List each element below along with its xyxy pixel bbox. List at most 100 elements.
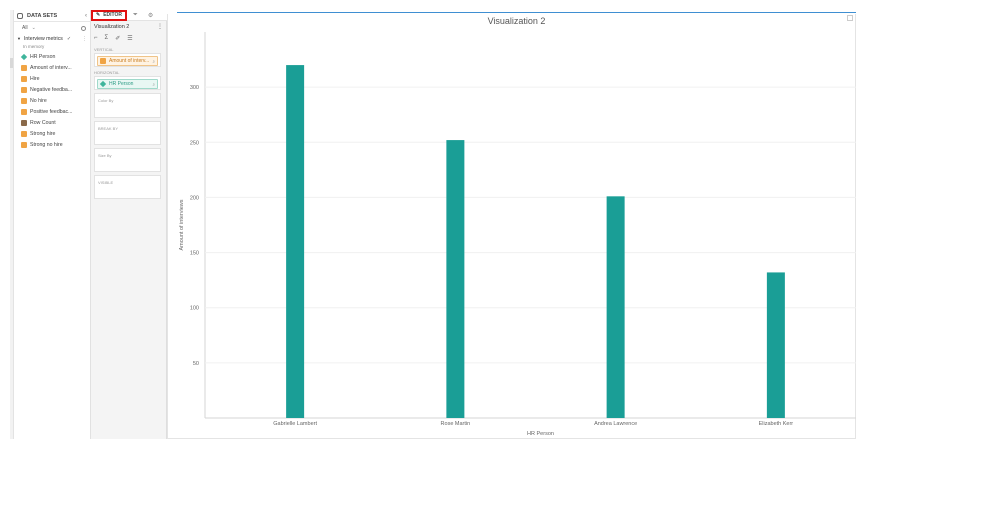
x-tick-label: Andrea Lawrence — [594, 421, 637, 427]
pencil-icon: ✎ — [95, 12, 101, 18]
dataset-group[interactable]: ▼ Interview metrics ✓ ⋮ — [14, 34, 90, 43]
chart-canvas: Visualization 2 50 100 150 200 250 300 Gabriel… — [167, 10, 856, 439]
color-by-shelf[interactable]: Color By — [94, 93, 161, 118]
editor-tab-bar: ✎ EDITOR ⏷ ⚙ — [91, 9, 167, 21]
field-label: Strong no hire — [30, 141, 63, 148]
chevron-down-icon[interactable]: ⌄ — [32, 25, 36, 31]
bar[interactable] — [766, 272, 785, 418]
field-item-no-hire[interactable]: No hire — [14, 95, 90, 106]
chart-type-icon[interactable]: ⌐ — [94, 35, 98, 41]
measure-icon — [21, 64, 27, 71]
field-item-positive-feedback[interactable]: Positive feedbac... — [14, 106, 90, 117]
field-item-strong-hire[interactable]: Strong hire — [14, 128, 90, 139]
color-by-label: Color By — [98, 98, 114, 103]
bar[interactable] — [606, 196, 625, 418]
visualization-name-text: Visualization 2 — [94, 23, 130, 30]
pill-search-icon[interactable]: ⌕ — [152, 59, 155, 64]
bar[interactable] — [446, 140, 465, 418]
visualization-name[interactable]: Visualization 2 ⋮ — [91, 21, 166, 32]
app-window: DATA SETS ‹ All ⌄ ▼ Interview metrics ✓ … — [10, 9, 856, 439]
size-by-label: Size By — [98, 153, 112, 158]
field-item-strong-no-hire[interactable]: Strong no hire — [14, 139, 90, 150]
vertical-pill-label: Amount of interv... — [109, 58, 150, 64]
bar[interactable] — [286, 65, 305, 419]
data-sets-header: DATA SETS ‹ — [14, 10, 90, 22]
pill-search-icon[interactable]: ⌕ — [152, 82, 155, 87]
editor-panel: Visualization 2 ⋮ ⌐ Σ ✐ ☰ VERTICAL Amoun… — [91, 21, 167, 439]
database-icon — [17, 12, 23, 19]
sigma-icon[interactable]: Σ — [105, 35, 109, 41]
field-label: Negative feedba... — [30, 86, 73, 93]
vertical-pill[interactable]: Amount of interv... ⌕ — [97, 56, 158, 66]
field-item-amount-of-interviews[interactable]: Amount of interv... — [14, 62, 90, 73]
break-by-shelf[interactable]: BREAK BY — [94, 121, 161, 145]
break-by-label: BREAK BY — [98, 126, 119, 131]
measure-icon — [100, 58, 106, 64]
filter-icon: ⏷ — [133, 11, 138, 18]
editor-toolbar: ⌐ Σ ✐ ☰ — [91, 32, 166, 44]
measure-icon — [21, 97, 27, 104]
dimension-icon — [20, 53, 28, 60]
data-sets-filter[interactable]: All ⌄ — [14, 22, 90, 34]
tab-settings[interactable]: ⚙ — [148, 10, 153, 21]
collapse-panel-icon[interactable]: ‹ — [85, 13, 87, 19]
field-item-hire[interactable]: Hire — [14, 73, 90, 84]
dataset-source: In memory — [23, 44, 45, 49]
y-tick-label: 250 — [190, 140, 199, 146]
field-item-hr-person[interactable]: HR Person — [14, 51, 90, 62]
data-sets-title: DATA SETS — [27, 12, 58, 19]
filter-value: All — [22, 25, 28, 31]
field-item-negative-feedback[interactable]: Negative feedba... — [14, 84, 90, 95]
bar-chart: 50 100 150 200 250 300 Gabrielle Lambert Rose M… — [179, 32, 856, 437]
x-axis-title: HR Person — [527, 431, 554, 437]
size-by-shelf[interactable]: Size By — [94, 148, 161, 172]
search-icon[interactable] — [81, 25, 86, 31]
y-tick-label: 50 — [193, 361, 199, 367]
field-label: Positive feedbac... — [30, 108, 73, 115]
y-tick-label: 100 — [190, 306, 199, 312]
more-icon[interactable]: ⋮ — [157, 23, 163, 30]
field-list: HR Person Amount of interv... Hire Negat… — [14, 51, 90, 150]
check-icon: ✓ — [66, 35, 72, 42]
field-label: Row Count — [30, 119, 56, 126]
horizontal-shelf-label: HORIZONTAL — [94, 70, 120, 75]
horizontal-pill-label: HR Person — [109, 81, 134, 87]
y-tick-label: 200 — [190, 195, 199, 201]
y-tick-label: 150 — [190, 251, 199, 257]
x-tick-label: Gabrielle Lambert — [273, 421, 317, 427]
measure-icon — [21, 86, 27, 93]
measure-icon — [21, 141, 27, 148]
measure-icon — [21, 75, 27, 82]
y-axis-title: Amount of interviews — [179, 199, 185, 250]
x-tick-label: Elizabeth Kerr — [759, 421, 794, 427]
data-sets-panel: DATA SETS ‹ All ⌄ ▼ Interview metrics ✓ … — [14, 10, 91, 439]
field-label: HR Person — [30, 53, 56, 60]
vertical-shelf-label: VERTICAL — [94, 47, 114, 52]
tab-editor[interactable]: ✎ EDITOR — [91, 9, 127, 21]
y-tick-label: 300 — [190, 85, 199, 91]
field-label: No hire — [30, 97, 47, 104]
field-label: Strong hire — [30, 130, 56, 137]
vertical-shelf[interactable]: Amount of interv... ⌕ — [94, 53, 161, 67]
field-item-row-count[interactable]: Row Count — [14, 117, 90, 128]
measure-icon — [21, 108, 27, 115]
visible-shelf[interactable]: VISIBLE — [94, 175, 161, 199]
dataset-name: Interview metrics — [23, 35, 63, 42]
x-tick-label: Rose Martin — [441, 421, 471, 427]
caret-down-icon[interactable]: ▼ — [17, 36, 21, 41]
field-label: Hire — [30, 75, 40, 82]
visible-label: VISIBLE — [98, 180, 114, 185]
field-label: Amount of interv... — [30, 64, 72, 71]
horizontal-pill[interactable]: HR Person ⌕ — [97, 79, 158, 89]
tab-editor-label: EDITOR — [103, 12, 122, 18]
edge-handle[interactable] — [10, 58, 13, 68]
gear-icon: ⚙ — [147, 12, 154, 19]
brush-icon[interactable]: ✐ — [115, 35, 120, 42]
measure-icon — [21, 130, 27, 137]
dimension-icon — [99, 80, 107, 88]
horizontal-shelf[interactable]: HR Person ⌕ — [94, 76, 161, 90]
properties-icon[interactable]: ☰ — [127, 35, 132, 42]
row-count-icon — [21, 119, 27, 126]
tab-filter[interactable]: ⏷ — [133, 10, 138, 21]
more-icon[interactable]: ⋮ — [82, 36, 87, 42]
